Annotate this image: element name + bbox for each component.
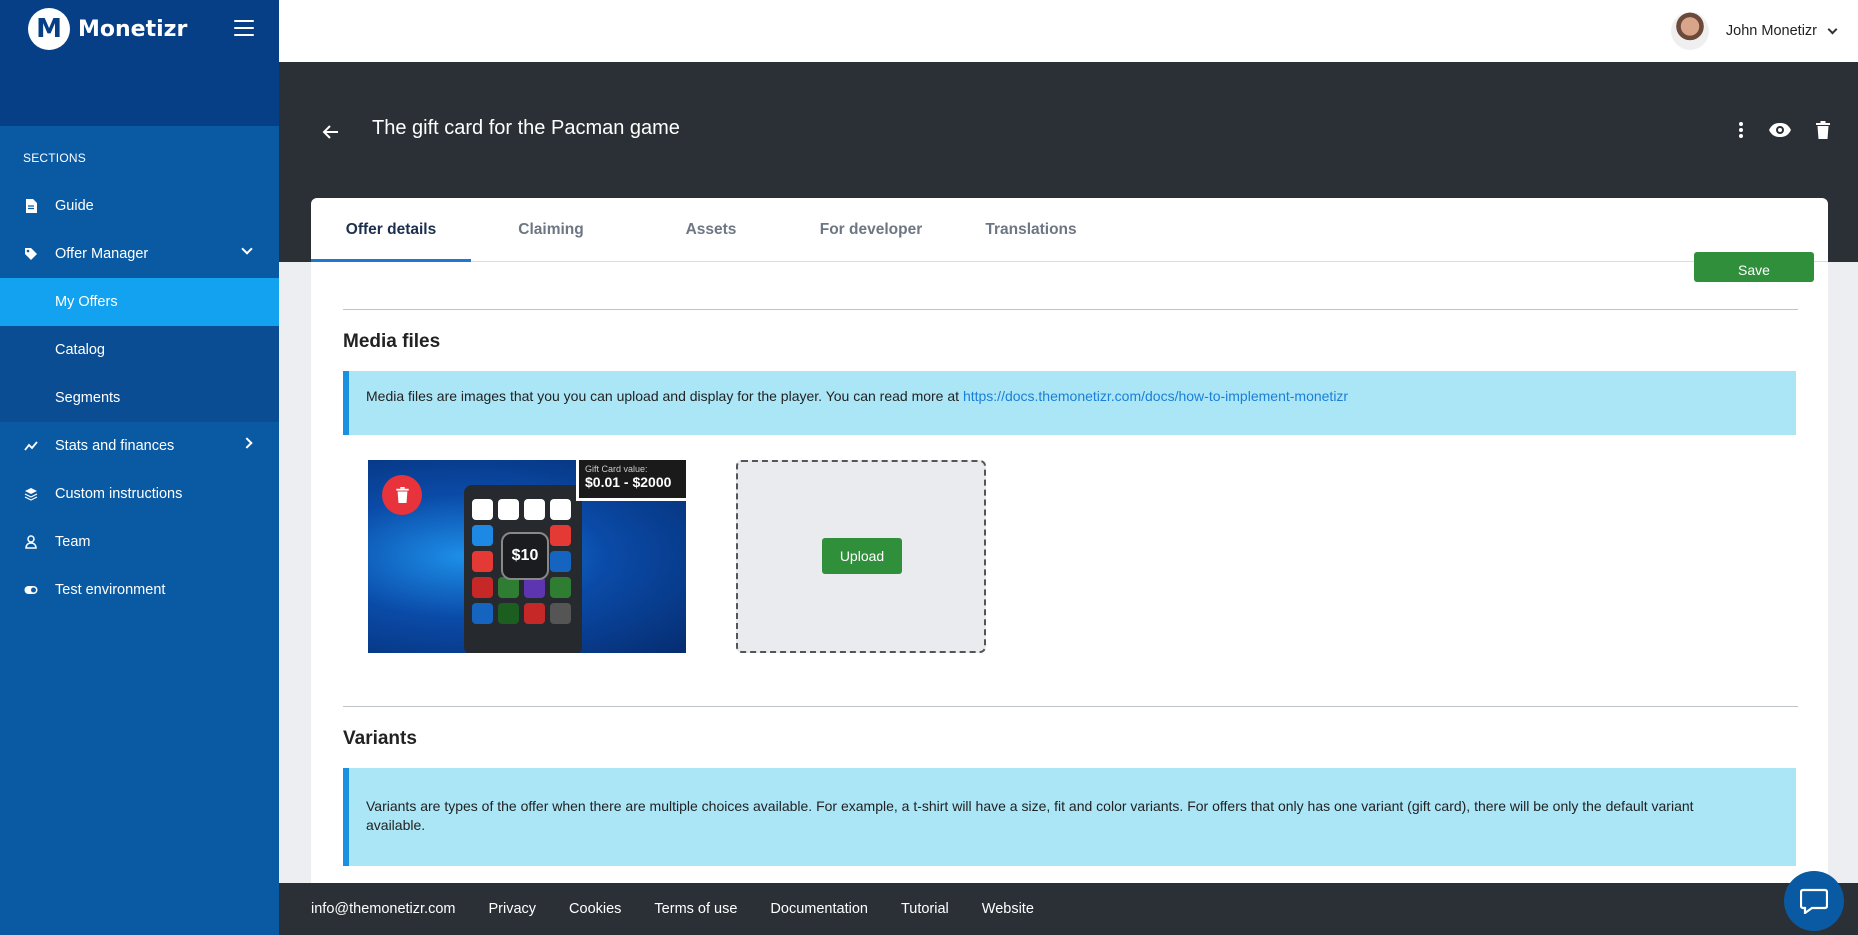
footer-link-documentation[interactable]: Documentation: [770, 901, 868, 917]
gift-card-tag-label: Gift Card value:: [585, 464, 648, 474]
tab-offer-details[interactable]: Offer details: [311, 198, 471, 262]
variants-title: Variants: [343, 728, 417, 749]
gift-card-tag: Gift Card value: $0.01 - $2000: [576, 460, 686, 501]
footer: info@themonetizr.com Privacy Cookies Ter…: [279, 883, 1858, 935]
media-info-text: Media files are images that you you can …: [366, 388, 963, 404]
sidebar-header: M Monetizr: [0, 0, 279, 126]
sidebar-item-label: Custom instructions: [55, 486, 183, 502]
sidebar: M Monetizr SECTIONS Guide Offer Manager …: [0, 0, 279, 935]
eye-icon[interactable]: [1768, 122, 1792, 138]
page-actions: [1738, 120, 1830, 140]
docs-link[interactable]: https://docs.themonetizr.com/docs/how-to…: [963, 388, 1348, 404]
sidebar-item-label: Test environment: [55, 582, 166, 598]
page-title: The gift card for the Pacman game: [372, 117, 680, 139]
top-bar: John Monetizr: [279, 0, 1858, 62]
user-name: John Monetizr: [1725, 23, 1817, 39]
footer-link-email[interactable]: info@themonetizr.com: [311, 901, 455, 917]
gift-card-tag-range: $0.01 - $2000: [585, 474, 672, 490]
brand-logo[interactable]: M Monetizr: [28, 8, 187, 50]
footer-link-terms[interactable]: Terms of use: [654, 901, 737, 917]
gift-card-value: $10: [501, 532, 549, 580]
trash-icon: [395, 487, 409, 503]
footer-link-cookies[interactable]: Cookies: [569, 901, 621, 917]
offer-manager-submenu: My Offers Catalog Segments: [0, 278, 279, 422]
tab-bar: Offer details Claiming Assets For develo…: [311, 198, 1828, 262]
document-icon: [24, 199, 38, 213]
sidebar-item-team[interactable]: Team: [0, 518, 279, 566]
sidebar-item-label: Stats and finances: [55, 438, 175, 454]
user-icon: [24, 535, 38, 549]
toggle-icon: [24, 583, 38, 597]
save-button[interactable]: Save: [1694, 252, 1814, 282]
section-divider: [343, 706, 1798, 707]
more-vertical-icon[interactable]: [1738, 120, 1744, 140]
sidebar-item-offer-manager[interactable]: Offer Manager: [0, 230, 279, 278]
upload-button[interactable]: Upload: [822, 538, 902, 574]
sidebar-item-label: Offer Manager: [55, 246, 149, 262]
media-files-title: Media files: [343, 331, 441, 352]
upload-dropzone[interactable]: Upload: [736, 460, 986, 653]
variants-info-text: Variants are types of the offer when the…: [366, 798, 1694, 833]
sidebar-item-my-offers[interactable]: My Offers: [0, 278, 279, 326]
sections-label: SECTIONS: [23, 151, 86, 165]
variants-info-box: Variants are types of the offer when the…: [343, 768, 1796, 866]
chevron-down-icon: [241, 243, 253, 255]
footer-link-tutorial[interactable]: Tutorial: [901, 901, 949, 917]
sidebar-item-custom-instructions[interactable]: Custom instructions: [0, 470, 279, 518]
layers-icon: [24, 487, 38, 501]
chevron-down-icon: [1827, 24, 1838, 34]
sidebar-nav: Guide Offer Manager My Offers Catalog Se…: [0, 182, 279, 614]
back-arrow-icon[interactable]: [321, 122, 341, 142]
trash-icon[interactable]: [1816, 121, 1830, 139]
avatar: [1670, 12, 1709, 50]
sidebar-item-label: Guide: [55, 198, 94, 214]
chevron-right-icon: [241, 437, 253, 449]
brand-name: Monetizr: [78, 16, 188, 42]
sidebar-item-stats-and-finances[interactable]: Stats and finances: [0, 422, 279, 470]
tab-translations[interactable]: Translations: [951, 198, 1111, 261]
tab-for-developer[interactable]: For developer: [791, 198, 951, 261]
offer-card: Offer details Claiming Assets For develo…: [311, 198, 1828, 883]
chat-button[interactable]: [1784, 871, 1844, 931]
sidebar-item-segments[interactable]: Segments: [0, 374, 279, 422]
user-menu[interactable]: John Monetizr: [1670, 12, 1838, 50]
delete-image-button[interactable]: [382, 475, 422, 515]
footer-link-website[interactable]: Website: [982, 901, 1034, 917]
sidebar-item-catalog[interactable]: Catalog: [0, 326, 279, 374]
sidebar-item-label: Team: [55, 534, 91, 550]
chart-line-icon: [24, 439, 38, 453]
footer-link-privacy[interactable]: Privacy: [488, 901, 536, 917]
section-divider: [343, 309, 1798, 310]
sidebar-item-test-environment[interactable]: Test environment: [0, 566, 279, 614]
media-image-thumbnail[interactable]: $10 Gift Card value: $0.01 - $2000: [368, 460, 686, 653]
chat-icon: [1800, 888, 1828, 914]
media-info-box: Media files are images that you you can …: [343, 371, 1796, 435]
menu-toggle-icon[interactable]: [234, 20, 254, 36]
tag-icon: [24, 247, 38, 261]
tab-assets[interactable]: Assets: [631, 198, 791, 261]
logo-icon: M: [28, 8, 70, 50]
sidebar-item-guide[interactable]: Guide: [0, 182, 279, 230]
tab-claiming[interactable]: Claiming: [471, 198, 631, 261]
